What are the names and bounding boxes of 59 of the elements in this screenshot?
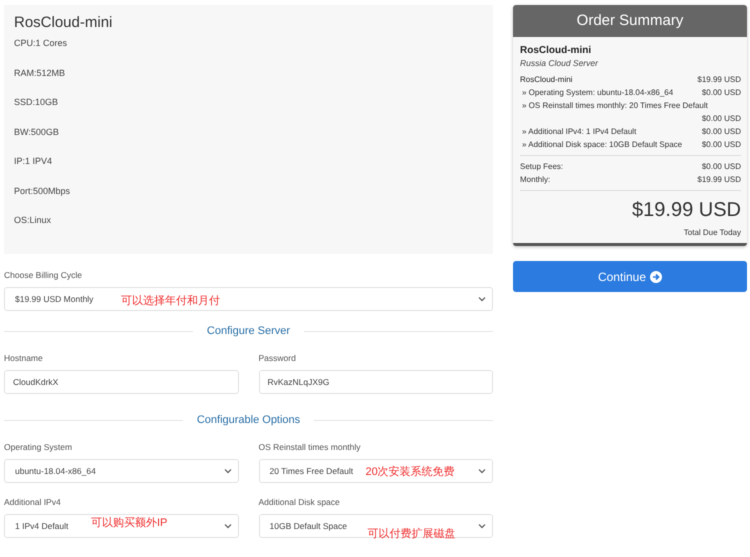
option-select[interactable]: 10GB Default Space 可以付费扩展磁盘: [258, 514, 493, 538]
line-label: » Additional Disk space: 10GB Default Space: [521, 139, 682, 151]
annotation-text: 可以付费扩展磁盘: [368, 526, 456, 541]
spec-text: OS:Linux: [14, 215, 52, 228]
chevron-icon: [478, 296, 486, 302]
annotation-text: 可以购买额外IP: [91, 516, 168, 530]
field-label: Additional IPv4: [4, 497, 62, 507]
continue-button[interactable]: Continue: [513, 261, 747, 292]
summary-group: Russia Cloud Server: [520, 58, 741, 68]
line-price: $19.99 USD: [697, 74, 741, 86]
section-heading: Configurable Options: [196, 414, 300, 426]
field-label: Additional Disk space: [258, 497, 341, 507]
select-value: ubuntu-18.04-x86_64: [15, 466, 96, 476]
line-price: $0.00 USD: [702, 113, 741, 125]
total-amount: $19.99 USD: [631, 199, 741, 222]
spec-text: Port:500Mbps: [14, 186, 72, 198]
total-label: Total Due Today: [682, 228, 741, 237]
annotation-text: 可以选择年付和月付: [121, 294, 220, 308]
line-label: » Operating System: ubuntu-18.04-x86_64: [521, 87, 674, 99]
line-price: $0.00 USD: [702, 126, 741, 138]
section-heading: Configure Server: [206, 325, 290, 337]
select-value: $19.99 USD Monthly: [15, 294, 94, 304]
field-label: Operating System: [4, 442, 74, 452]
annotation-text: 20次安装系统免费: [366, 464, 455, 479]
option-select[interactable]: 1 IPv4 Default 可以购买额外IP: [4, 514, 238, 538]
field-label: Choose Billing Cycle: [4, 270, 83, 280]
input-field[interactable]: CloudKdrkX: [4, 370, 238, 394]
arrow-circle-icon: [650, 270, 662, 282]
fee-price: $0.00 USD: [702, 161, 741, 173]
field-label: Password: [258, 353, 297, 363]
fee-price: $19.99 USD: [697, 174, 741, 186]
line-label: » Additional IPv4: 1 IPv4 Default: [521, 126, 636, 138]
fee-label: Monthly:: [520, 174, 550, 186]
chevron-icon: [224, 523, 232, 529]
summary-title: Order Summary: [513, 5, 747, 37]
spec-text: IP:1 IPV4: [14, 156, 54, 168]
fee-label: Setup Fees:: [520, 161, 564, 173]
line-price: $0.00 USD: [702, 87, 741, 99]
select-value: 1 IPv4 Default: [15, 521, 68, 531]
chevron-icon: [478, 523, 486, 529]
summary-product: RosCloud-mini: [520, 45, 592, 56]
select-value: 20 Times Free Default: [270, 466, 354, 476]
option-select[interactable]: ubuntu-18.04-x86_64: [4, 459, 238, 483]
option-select[interactable]: 20 Times Free Default 20次安装系统免费: [258, 459, 493, 483]
chevron-icon: [224, 468, 232, 474]
spec-text: RAM:512MB: [14, 68, 66, 80]
product-title: RosCloud-mini: [14, 14, 114, 31]
line-label: RosCloud-mini: [520, 74, 572, 86]
field-label: Hostname: [4, 353, 44, 363]
spec-text: CPU:1 Cores: [14, 38, 68, 50]
line-label: » OS Reinstall times monthly: 20 Times Free Default: [521, 100, 708, 112]
field-label: OS Reinstall times monthly: [258, 442, 362, 452]
billing-cycle-select[interactable]: $19.99 USD Monthly 可以选择年付和月付: [4, 287, 493, 311]
spec-text: SSD:10GB: [14, 97, 60, 110]
chevron-icon: [478, 468, 486, 474]
spec-text: BW:500GB: [14, 126, 60, 139]
input-field[interactable]: RvKazNLqJX9G: [258, 370, 493, 394]
select-value: 10GB Default Space: [270, 521, 347, 531]
line-price: $0.00 USD: [702, 139, 741, 151]
